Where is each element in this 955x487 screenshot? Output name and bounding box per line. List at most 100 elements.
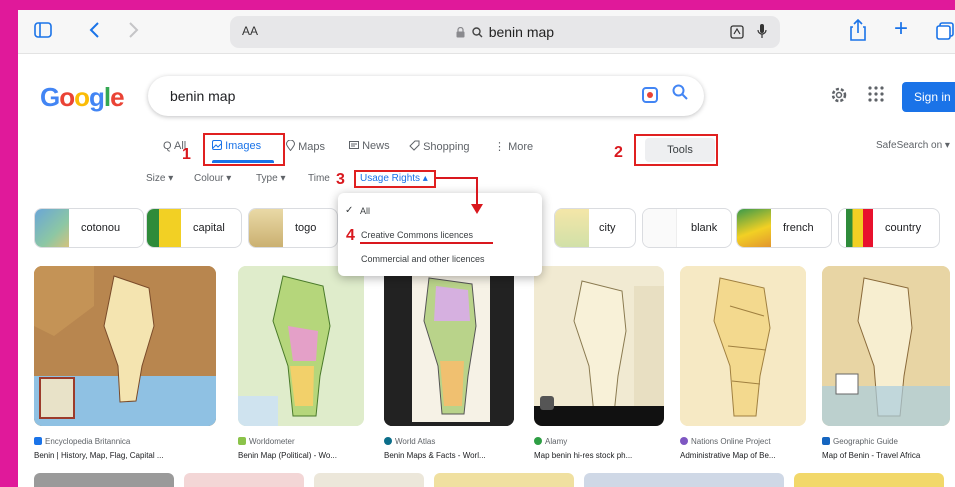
tab-shopping[interactable]: Shopping [409,140,470,153]
usage-option-commercial[interactable]: Commercial and other licences [361,254,485,264]
source-favicon-icon [534,437,542,445]
address-right-icons [730,23,768,42]
tab-more-label: More [508,141,534,153]
image-result-partial[interactable] [584,473,784,487]
chip-label: country [885,222,922,234]
result-source[interactable]: Worldometer [238,437,295,446]
google-logo[interactable]: Google [40,82,125,113]
browser-toolbar: AA benin map + [18,10,955,54]
chip-thumbnail [35,209,69,247]
chip-capital[interactable]: capital [146,208,242,248]
result-title[interactable]: Benin | History, Map, Flag, Capital ... [34,451,164,460]
sign-in-button[interactable]: Sign in [902,82,955,112]
result-thumbnail[interactable] [34,266,216,426]
result-source[interactable]: Nations Online Project [680,437,771,446]
image-result-partial[interactable] [314,473,424,487]
annotation-number-4: 4 [346,227,355,244]
chip-cotonou[interactable]: cotonou [34,208,144,248]
logo-letter: G [40,82,60,112]
url-text: benin map [488,24,555,40]
image-result-partial[interactable] [434,473,574,487]
source-favicon-icon [34,437,42,445]
new-tab-icon[interactable]: + [894,17,908,41]
search-input[interactable]: benin map [170,88,235,104]
annotation-number-2: 2 [614,144,623,161]
chip-city[interactable]: city [554,208,636,248]
result-title[interactable]: Benin Map (Political) - Wo... [238,451,337,460]
chip-blank[interactable]: blank [642,208,732,248]
chip-label: city [599,222,616,234]
chip-label: capital [193,222,225,234]
result-source-name: World Atlas [395,437,436,446]
result-source-name: Encyclopedia Britannica [45,437,131,446]
usage-option-creative-commons[interactable]: Creative Commons licences [361,230,473,240]
result-thumbnail[interactable] [238,266,364,426]
image-result-partial[interactable] [184,473,304,487]
source-favicon-icon [822,437,830,445]
forward-icon[interactable] [128,21,140,43]
settings-gear-icon[interactable] [830,86,848,109]
annotation-underline-cc [360,242,493,244]
address-url: benin map [230,24,780,40]
chip-label: blank [691,222,718,234]
tab-maps[interactable]: Maps [285,139,325,153]
result-thumbnail[interactable] [680,266,806,426]
check-icon: ✓ [345,205,354,216]
source-favicon-icon [238,437,246,445]
result-source[interactable]: Alamy [534,437,567,446]
annotation-arrow-head [471,204,483,214]
tabs-overview-icon[interactable] [936,22,954,44]
annotation-number-1: 1 [182,146,191,163]
sidebar-icon[interactable] [34,22,52,42]
filter-time[interactable]: Time [308,173,330,184]
image-result-partial[interactable] [794,473,944,487]
logo-letter: o [74,82,90,112]
filter-type[interactable]: Type ▾ [256,173,285,184]
google-lens-icon[interactable] [642,87,658,103]
annotation-number-3: 3 [336,171,345,188]
chip-thumbnail [147,209,181,247]
annotation-arrow-line [476,177,478,207]
filter-colour[interactable]: Colour ▾ [194,173,231,184]
safesearch-toggle[interactable]: SafeSearch on ▾ [876,140,950,151]
chip-togo[interactable]: togo [248,208,338,248]
result-thumbnail[interactable] [534,266,664,426]
chip-thumbnail [737,209,771,247]
share-icon[interactable] [850,18,866,45]
filter-size[interactable]: Size ▾ [146,173,173,184]
chip-french[interactable]: french [736,208,832,248]
result-source[interactable]: Geographic Guide [822,437,898,446]
source-favicon-icon [680,437,688,445]
back-icon[interactable] [88,21,100,43]
usage-option-all[interactable]: All [360,206,370,216]
result-source[interactable]: World Atlas [384,437,435,446]
google-apps-icon[interactable] [868,86,884,107]
translate-icon[interactable] [730,25,746,39]
browser-frame: AA benin map + Google benin map Sign in … [18,10,955,487]
tab-news-label: News [362,140,390,152]
search-box[interactable]: benin map [148,76,704,116]
result-source-name: Alamy [545,437,568,446]
result-title[interactable]: Benin Maps & Facts - Worl... [384,451,486,460]
result-thumbnail[interactable] [822,266,950,426]
annotation-arrow-line [436,177,478,179]
chip-country[interactable]: country [838,208,940,248]
result-source[interactable]: Encyclopedia Britannica [34,437,130,446]
tab-more[interactable]: ⋮ More [494,140,533,153]
result-thumbnail[interactable] [384,266,514,426]
address-bar[interactable]: AA benin map [230,16,780,48]
result-title[interactable]: Administrative Map of Be... [680,451,776,460]
chip-thumbnail [643,209,677,247]
tab-news[interactable]: News [349,140,390,152]
search-icon[interactable] [672,84,688,105]
search-small-icon [472,27,483,38]
microphone-icon[interactable] [756,23,768,39]
logo-letter: g [89,82,105,112]
result-title[interactable]: Map of Benin - Travel Africa [822,451,920,460]
result-title[interactable]: Map benin hi-res stock ph... [534,451,632,460]
tag-icon [409,140,420,151]
lock-icon [456,26,465,38]
annotation-box-usage-rights [354,170,436,188]
image-result-partial[interactable] [34,473,174,487]
news-icon [349,141,359,149]
